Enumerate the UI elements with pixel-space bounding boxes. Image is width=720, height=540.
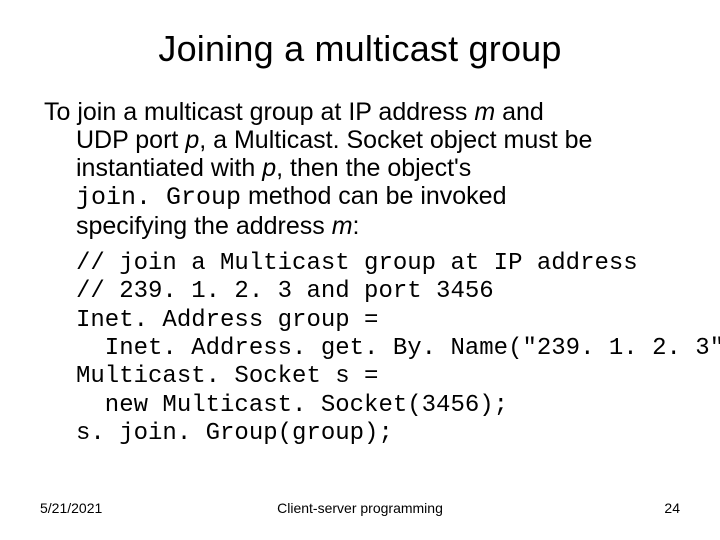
code-line: new Multicast. Socket(3456);	[76, 392, 508, 419]
inline-code: join. Group	[76, 183, 241, 212]
para-text: instantiated with	[76, 154, 262, 182]
var-p: p	[185, 126, 199, 154]
var-p: p	[262, 154, 276, 182]
var-m: m	[474, 98, 495, 126]
footer-date: 5/21/2021	[40, 500, 102, 516]
code-line: Multicast. Socket s =	[76, 363, 378, 390]
code-block: // join a Multicast group at IP address …	[76, 250, 680, 448]
slide: Joining a multicast group To join a mult…	[0, 0, 720, 540]
para-text: method can be invoked	[241, 182, 506, 210]
para-text: and	[495, 98, 544, 126]
code-line: Inet. Address. get. By. Name("239. 1. 2.…	[76, 335, 720, 362]
body-paragraph: To join a multicast group at IP address …	[44, 98, 680, 240]
footer-title: Client-server programming	[277, 500, 443, 516]
code-line: s. join. Group(group);	[76, 420, 393, 447]
para-text: specifying the address	[76, 212, 332, 240]
para-text: , then the object's	[276, 154, 471, 182]
slide-title: Joining a multicast group	[40, 28, 680, 70]
para-text: :	[353, 212, 360, 240]
code-line: Inet. Address group =	[76, 307, 378, 334]
code-line: // join a Multicast group at IP address	[76, 250, 638, 277]
slide-footer: 5/21/2021 Client-server programming 24	[0, 500, 720, 516]
para-text: UDP port	[76, 126, 185, 154]
code-line: // 239. 1. 2. 3 and port 3456	[76, 278, 494, 305]
slide-body: To join a multicast group at IP address …	[40, 98, 680, 448]
para-text: To join a multicast group at IP address	[44, 98, 474, 126]
var-m: m	[332, 212, 353, 240]
footer-page-number: 24	[664, 500, 680, 516]
para-text: , a Multicast. Socket object must be	[199, 126, 592, 154]
